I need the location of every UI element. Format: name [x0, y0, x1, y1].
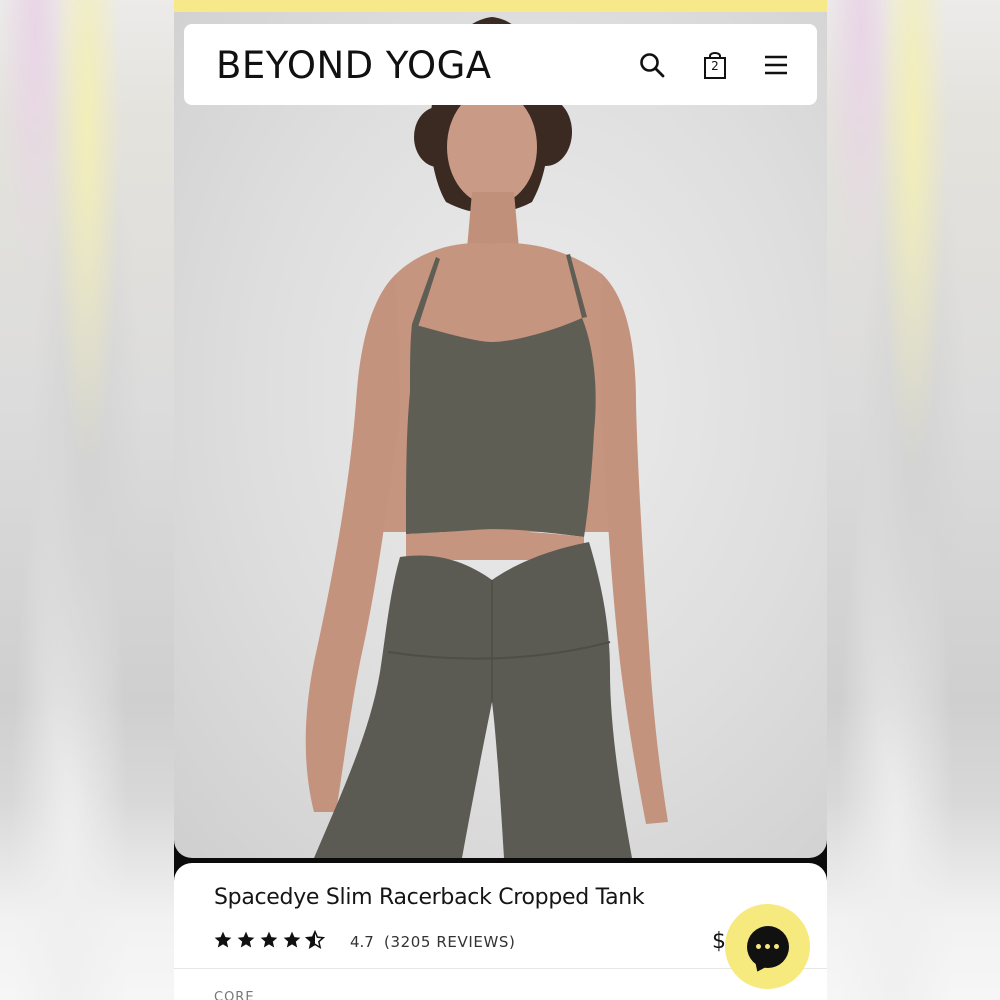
- divider: [174, 968, 827, 969]
- brand-logo[interactable]: BEYOND YOGA: [216, 44, 492, 87]
- blurred-background-left: [0, 0, 174, 1000]
- star-half-icon: [305, 930, 325, 950]
- phone-screen: BEYOND YOGA 2 Spacedye Slim Racerback Cr…: [174, 0, 827, 1000]
- search-icon: [640, 53, 665, 78]
- star-full-icon: [260, 931, 278, 948]
- search-button[interactable]: [637, 50, 667, 80]
- blurred-background-right: [826, 0, 1000, 1000]
- hamburger-menu-icon: [765, 55, 787, 75]
- star-full-icon: [214, 931, 232, 948]
- menu-button[interactable]: [761, 50, 791, 80]
- cart-button[interactable]: 2: [700, 50, 730, 80]
- star-full-icon: [237, 931, 255, 948]
- star-full-icon: [283, 931, 301, 948]
- rating-stars[interactable]: [213, 930, 325, 950]
- cart-count-badge: 2: [711, 59, 719, 73]
- promo-bar: [174, 0, 827, 12]
- product-title: Spacedye Slim Racerback Cropped Tank: [214, 885, 645, 910]
- collection-label: CORE: [214, 990, 255, 1000]
- reviews-link[interactable]: (3205 REVIEWS): [384, 933, 515, 951]
- rating-value: 4.7: [350, 933, 374, 951]
- chat-bubble-icon: [746, 925, 789, 968]
- product-hero-image[interactable]: [174, 12, 827, 858]
- site-header: BEYOND YOGA 2: [184, 24, 817, 105]
- chat-button[interactable]: [725, 904, 810, 989]
- product-price: $: [712, 929, 726, 954]
- model-illustration: [305, 17, 668, 858]
